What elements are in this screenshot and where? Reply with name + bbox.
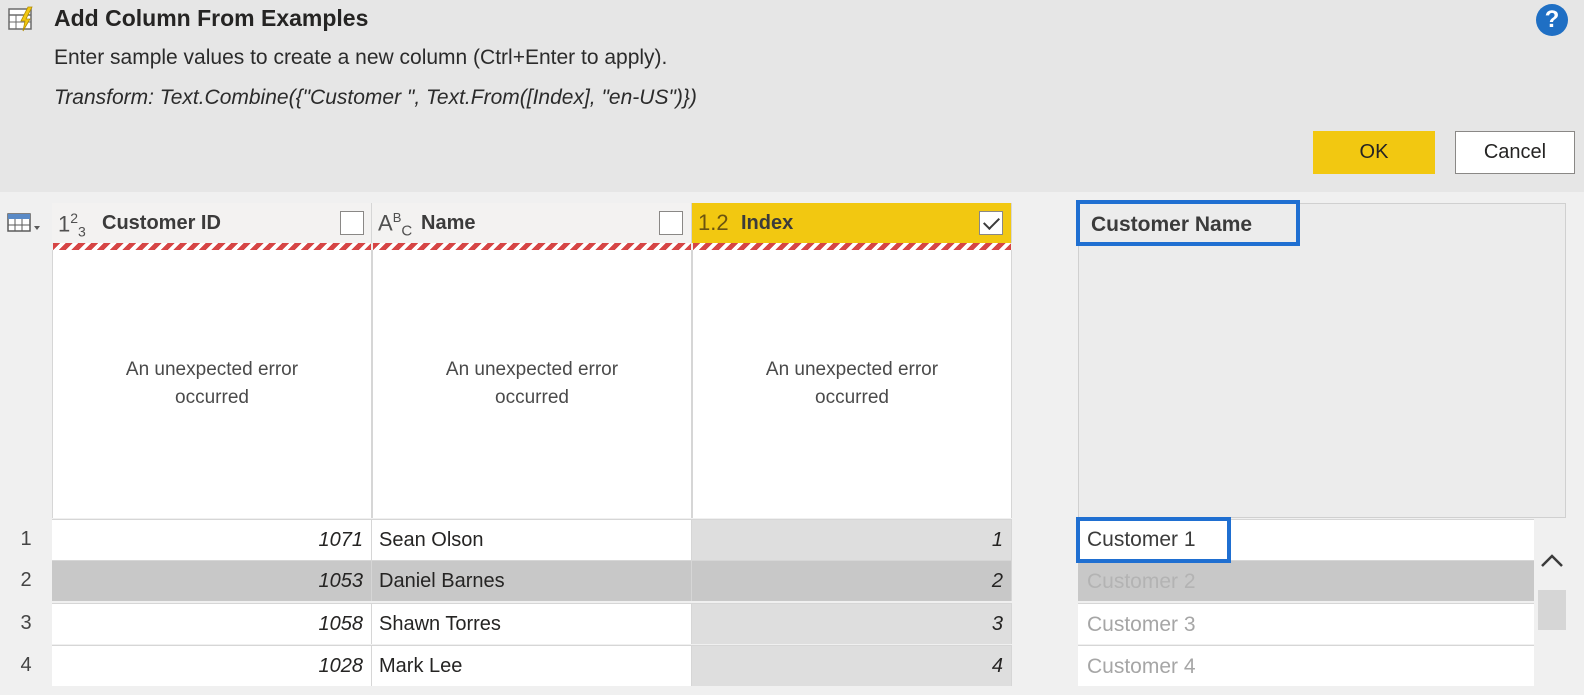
- scrollbar-thumb[interactable]: [1538, 590, 1566, 630]
- column-error-bar: [373, 243, 691, 250]
- column-header-index[interactable]: 1.2 Index: [692, 203, 1012, 243]
- new-column-header-text: Customer Name: [1091, 213, 1253, 236]
- row-number: 2: [0, 560, 52, 601]
- column-error-bar: [693, 243, 1011, 250]
- column-header-customer-id[interactable]: 123 Customer ID: [52, 203, 372, 243]
- column-title: Index: [741, 212, 794, 234]
- cell-name[interactable]: Sean Olson: [372, 519, 692, 560]
- add-column-icon: [8, 6, 33, 32]
- column-select-checkbox[interactable]: [659, 211, 683, 235]
- cell-customer-id[interactable]: 1028: [52, 645, 372, 686]
- error-text: An unexpected error occurred: [125, 359, 299, 408]
- help-icon[interactable]: ?: [1536, 4, 1568, 36]
- table-icon: [7, 213, 40, 232]
- cell-customer-id[interactable]: 1071: [52, 519, 372, 560]
- error-text: An unexpected error occurred: [765, 359, 939, 408]
- table-row[interactable]: 3 1058 Shawn Torres 3: [0, 603, 1012, 644]
- column-error-message: An unexpected error occurred: [52, 250, 372, 518]
- error-text: An unexpected error occurred: [445, 359, 619, 408]
- cell-index[interactable]: 3: [692, 603, 1012, 644]
- cell-customer-id[interactable]: 1053: [52, 560, 372, 601]
- example-value-cell[interactable]: Customer 3: [1078, 603, 1534, 644]
- column-error-message: An unexpected error occurred: [372, 250, 692, 518]
- table-row[interactable]: 2 1053 Daniel Barnes 2: [0, 560, 1012, 601]
- column-error-bar: [53, 243, 371, 250]
- ok-button[interactable]: OK: [1313, 131, 1435, 174]
- table-row[interactable]: 4 1028 Mark Lee 4: [0, 645, 1012, 686]
- cell-name[interactable]: Daniel Barnes: [372, 560, 692, 601]
- cell-name[interactable]: Mark Lee: [372, 645, 692, 686]
- new-column-header-input[interactable]: Customer Name: [1076, 200, 1300, 246]
- text-type-icon[interactable]: ABC: [378, 210, 412, 240]
- row-number: 1: [0, 519, 52, 560]
- cell-index[interactable]: 2: [692, 560, 1012, 601]
- dialog-header: Add Column From Examples ? Enter sample …: [0, 0, 1584, 192]
- cancel-button[interactable]: Cancel: [1455, 131, 1575, 174]
- new-column-panel: [1078, 203, 1566, 518]
- column-error-message: An unexpected error occurred: [692, 250, 1012, 518]
- dialog-instructions: Enter sample values to create a new colu…: [54, 46, 668, 69]
- table-menu-button[interactable]: [0, 203, 52, 243]
- decimal-type-icon[interactable]: 1.2: [698, 210, 729, 236]
- row-number-gutter: [0, 250, 52, 518]
- cell-customer-id[interactable]: 1058: [52, 603, 372, 644]
- cell-index[interactable]: 1: [692, 519, 1012, 560]
- row-number: 3: [0, 603, 52, 644]
- example-value-input[interactable]: Customer 1: [1076, 517, 1231, 563]
- column-title: Name: [421, 212, 476, 234]
- example-value-cell[interactable]: Customer 4: [1078, 645, 1534, 686]
- cell-index[interactable]: 4: [692, 645, 1012, 686]
- transform-formula: Transform: Text.Combine({"Customer ", Te…: [54, 86, 697, 109]
- cell-name[interactable]: Shawn Torres: [372, 603, 692, 644]
- row-number: 4: [0, 645, 52, 686]
- example-value-cell[interactable]: Customer 2: [1078, 560, 1534, 601]
- column-header-name[interactable]: ABC Name: [372, 203, 692, 243]
- column-title: Customer ID: [102, 212, 221, 234]
- table-row[interactable]: 1 1071 Sean Olson 1: [0, 519, 1012, 560]
- column-select-checkbox[interactable]: [979, 211, 1003, 235]
- whole-number-type-icon[interactable]: 123: [58, 210, 86, 240]
- dialog-title: Add Column From Examples: [54, 5, 369, 31]
- chevron-up-icon[interactable]: [1538, 547, 1566, 575]
- column-select-checkbox[interactable]: [340, 211, 364, 235]
